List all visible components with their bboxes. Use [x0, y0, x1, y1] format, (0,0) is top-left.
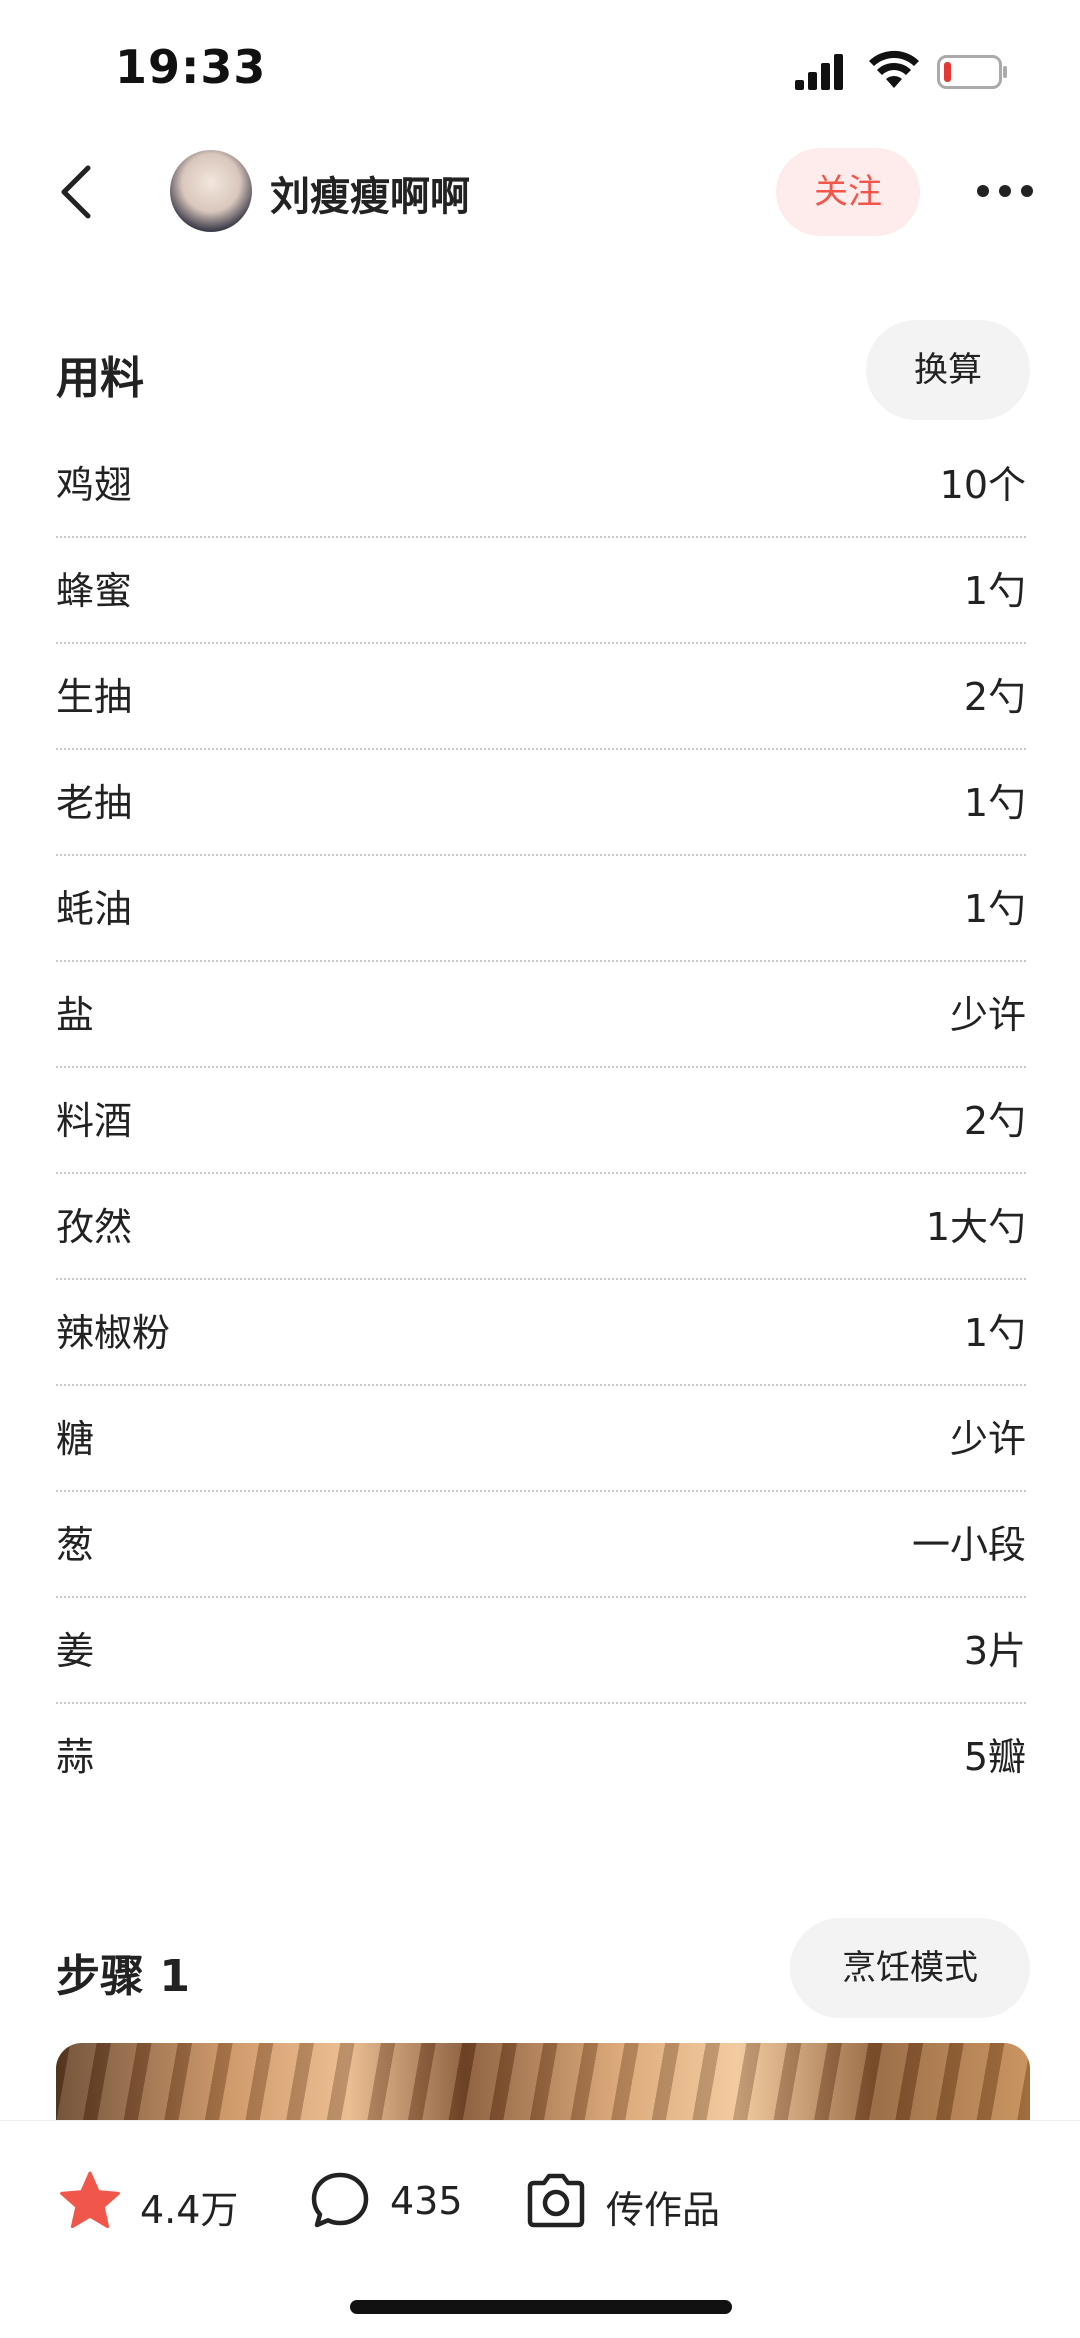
ingredient-quantity: 2勺 [963, 1099, 1026, 1143]
cook-mode-button[interactable]: 烹饪模式 [790, 1918, 1030, 2018]
ingredient-list: 鸡翅 10个 蜂蜜 1勺 生抽 2勺 老抽 1勺 蚝油 1勺 盐 少许 料酒 2… [56, 432, 1026, 1810]
back-arrow-icon[interactable] [52, 162, 102, 222]
ingredient-row: 蚝油 1勺 [56, 856, 1026, 962]
ingredient-quantity: 一小段 [911, 1523, 1026, 1567]
battery-icon [937, 55, 1007, 89]
ingredient-quantity: 2勺 [963, 675, 1026, 719]
comment-bubble-icon [311, 2172, 369, 2228]
ingredient-name: 蒜 [56, 1735, 95, 1779]
ingredient-quantity: 3片 [963, 1629, 1026, 1673]
ingredient-row: 料酒 2勺 [56, 1068, 1026, 1174]
ingredient-quantity: 5瓣 [963, 1735, 1026, 1779]
ingredient-quantity: 1勺 [963, 1311, 1026, 1355]
ingredient-name: 糖 [56, 1417, 95, 1461]
ingredient-name: 孜然 [56, 1205, 133, 1249]
home-indicator[interactable] [350, 2300, 732, 2314]
ingredient-quantity: 1勺 [963, 781, 1026, 825]
favorite-count: 4.4万 [140, 2188, 239, 2232]
ingredient-row: 蒜 5瓣 [56, 1704, 1026, 1810]
ingredient-quantity: 1大勺 [925, 1205, 1026, 1249]
follow-button[interactable]: 关注 [776, 148, 920, 236]
camera-icon [527, 2173, 585, 2228]
wifi-icon [869, 50, 919, 88]
convert-button[interactable]: 换算 [866, 320, 1030, 420]
ingredient-name: 姜 [56, 1629, 95, 1673]
ingredient-name: 葱 [56, 1523, 95, 1567]
ingredient-name: 生抽 [56, 675, 133, 719]
ingredient-name: 蚝油 [56, 887, 133, 931]
ingredient-row: 鸡翅 10个 [56, 432, 1026, 538]
status-time: 19:33 [115, 40, 267, 94]
ingredient-row: 老抽 1勺 [56, 750, 1026, 856]
comment-button[interactable]: 435 [308, 2169, 478, 2233]
ingredient-quantity: 少许 [949, 993, 1026, 1037]
ingredient-name: 辣椒粉 [56, 1311, 171, 1355]
ingredient-row: 生抽 2勺 [56, 644, 1026, 750]
status-bar: 19:33 [0, 0, 1080, 140]
ingredient-row: 蜂蜜 1勺 [56, 538, 1026, 644]
favorite-button[interactable]: 4.4万 [58, 2169, 248, 2233]
more-options-icon[interactable] [975, 176, 1035, 206]
star-icon [60, 2171, 120, 2229]
upload-work-label: 传作品 [606, 2188, 721, 2232]
author-header: 刘瘦瘦啊啊 关注 [0, 140, 1080, 250]
ingredient-quantity: 少许 [949, 1417, 1026, 1461]
ingredients-title: 用料 [56, 353, 144, 404]
ingredient-row: 盐 少许 [56, 962, 1026, 1068]
upload-work-button[interactable]: 传作品 [524, 2169, 744, 2233]
ingredient-row: 姜 3片 [56, 1598, 1026, 1704]
signal-icon [795, 54, 843, 90]
ingredient-name: 蜂蜜 [56, 569, 133, 613]
ingredient-quantity: 10个 [939, 463, 1026, 507]
ingredient-row: 糖 少许 [56, 1386, 1026, 1492]
author-name[interactable]: 刘瘦瘦啊啊 [270, 164, 470, 222]
step-title: 步骤 1 [56, 1951, 190, 2002]
comment-count: 435 [390, 2179, 463, 2223]
ingredient-name: 鸡翅 [56, 463, 133, 507]
ingredient-name: 盐 [56, 993, 95, 1037]
ingredient-quantity: 1勺 [963, 569, 1026, 613]
ingredient-quantity: 1勺 [963, 887, 1026, 931]
ingredient-row: 孜然 1大勺 [56, 1174, 1026, 1280]
ingredient-name: 料酒 [56, 1099, 133, 1143]
ingredient-name: 老抽 [56, 781, 133, 825]
ingredient-row: 辣椒粉 1勺 [56, 1280, 1026, 1386]
ingredient-row: 葱 一小段 [56, 1492, 1026, 1598]
author-avatar[interactable] [170, 150, 252, 232]
